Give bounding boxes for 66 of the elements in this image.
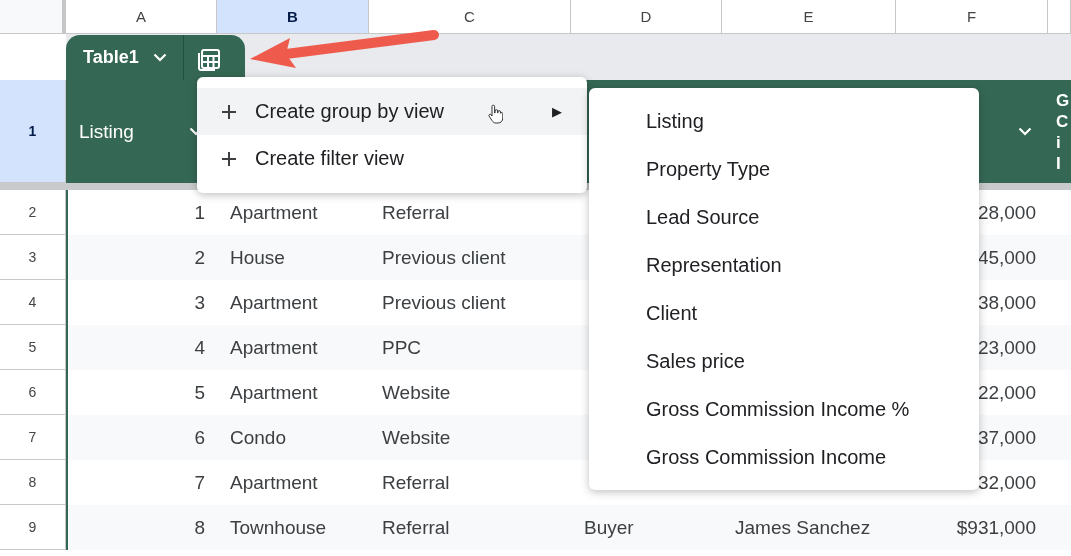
table-cell: 4 [194, 336, 205, 359]
table-cell: Referral [382, 201, 450, 224]
table-cell: 38,000 [977, 291, 1036, 314]
table-cell: Apartment [230, 201, 318, 224]
chevron-down-icon[interactable] [1018, 127, 1032, 136]
column-header[interactable]: E [722, 0, 896, 33]
row-number[interactable]: 6 [0, 370, 66, 415]
menu-item[interactable]: Listing [589, 97, 979, 145]
row-number[interactable]: 4 [0, 280, 66, 325]
table-cell: Apartment [230, 336, 318, 359]
menu-item[interactable]: Lead Source [589, 193, 979, 241]
table-cell: 23,000 [977, 336, 1036, 359]
table-cell: 32,000 [977, 471, 1036, 494]
row-number[interactable]: 5 [0, 325, 66, 370]
table-cell: $931,000 [956, 516, 1036, 539]
table-cell: Buyer [584, 516, 634, 539]
row-number[interactable]: 3 [0, 235, 66, 280]
table-cell: 22,000 [977, 381, 1036, 404]
table-cell: House [230, 246, 285, 269]
column-title: G C i I [1056, 89, 1070, 174]
table-cell: Condo [230, 426, 286, 449]
table-cell: 7 [194, 471, 205, 494]
menu-item[interactable]: Client [589, 289, 979, 337]
menu-item[interactable]: Property Type [589, 145, 979, 193]
column-header[interactable]: C [369, 0, 571, 33]
menu-item[interactable]: Create filter view [197, 135, 587, 182]
table-cell: Website [382, 381, 451, 404]
table-cell: Apartment [230, 471, 318, 494]
table-cell: 28,000 [977, 201, 1036, 224]
chevron-down-icon [152, 53, 167, 62]
table-cell: 3 [194, 291, 205, 314]
table-cell: Apartment [230, 291, 318, 314]
table-cell: 2 [194, 246, 205, 269]
table-cell: 1 [194, 201, 205, 224]
table-cell: James Sanchez [735, 516, 871, 539]
table-cell: 37,000 [977, 426, 1036, 449]
table-cell: Referral [382, 471, 450, 494]
table-cell: PPC [382, 336, 422, 359]
table-cell: 6 [194, 426, 205, 449]
table-cell: 45,000 [977, 246, 1036, 269]
hand-cursor-icon [487, 104, 503, 124]
row-number[interactable]: 9 [0, 505, 66, 550]
column-title: Listing [79, 120, 134, 143]
submenu-arrow: ▶ [552, 104, 562, 119]
table-cell: 8 [194, 516, 205, 539]
table-cell: 5 [194, 381, 205, 404]
menu-item[interactable]: Create group by view ▶ [197, 88, 587, 135]
plus-icon [221, 150, 237, 167]
table-cell: Previous client [382, 246, 506, 269]
row-number[interactable]: 8 [0, 460, 66, 505]
row-number[interactable]: 7 [0, 415, 66, 460]
menu-item[interactable]: Gross Commission Income [589, 433, 979, 481]
table-cell: Referral [382, 516, 450, 539]
column-header[interactable]: F [896, 0, 1048, 33]
menu-item[interactable]: Gross Commission Income % [589, 385, 979, 433]
table-cell: Website [382, 426, 451, 449]
column-header[interactable]: D [571, 0, 722, 33]
menu-item[interactable]: Sales price [589, 337, 979, 385]
column-header[interactable]: B [217, 0, 369, 33]
table-cell: Apartment [230, 381, 318, 404]
plus-icon [221, 103, 237, 120]
table-cell: Townhouse [230, 516, 327, 539]
menu-item[interactable]: Representation [589, 241, 979, 289]
row-number[interactable]: 2 [0, 190, 66, 235]
row-number[interactable]: 1 [0, 80, 66, 183]
table-cell: Previous client [382, 291, 506, 314]
